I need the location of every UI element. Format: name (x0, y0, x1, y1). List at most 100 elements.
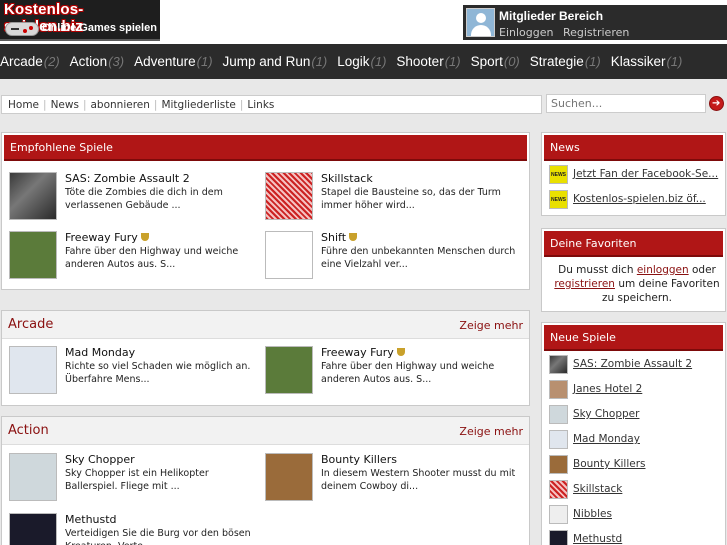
show-more-link[interactable]: Zeige mehr (459, 319, 523, 332)
featured-games-panel: Empfohlene Spiele SAS: Zombie Assault 2 … (1, 132, 530, 290)
game-card[interactable]: SAS: Zombie Assault 2 Töte die Zombies d… (9, 172, 259, 224)
game-thumbnail (9, 172, 57, 220)
game-thumbnail (265, 231, 313, 279)
trophy-icon (140, 233, 149, 241)
nav-item-action[interactable]: Action(3) (70, 54, 124, 69)
game-thumbnail (9, 513, 57, 545)
game-title: Freeway Fury (321, 346, 394, 359)
game-description: Richte so viel Schaden wie möglich an. Ü… (65, 361, 251, 385)
nav-item-sport[interactable]: Sport(0) (471, 54, 520, 69)
favorites-panel: Deine Favoriten Du musst dich einloggen … (541, 228, 726, 312)
game-card[interactable]: Freeway Fury Fahre über den Highway und … (265, 346, 515, 398)
nav-count: (1) (196, 54, 213, 69)
game-card[interactable]: Mad Monday Richte so viel Schaden wie mö… (9, 346, 259, 398)
game-card[interactable]: Bounty Killers In diesem Western Shooter… (265, 453, 515, 505)
game-title: SAS: Zombie Assault 2 (65, 172, 190, 185)
new-game-link: SAS: Zombie Assault 2 (573, 358, 693, 370)
game-card[interactable]: Shift Führe den unbekannten Menschen dur… (265, 231, 515, 283)
trophy-icon (396, 348, 405, 356)
nav-count: (3) (108, 54, 125, 69)
game-thumbnail (9, 346, 57, 394)
game-icon (549, 355, 568, 374)
nav-count: (1) (444, 54, 461, 69)
nav-item-arcade[interactable]: Arcade(2) (0, 54, 60, 69)
favorites-login-link[interactable]: einloggen (637, 264, 689, 276)
new-game-link: Skillstack (573, 483, 623, 495)
news-link: Jetzt Fan der Facebook-Se... (573, 168, 719, 180)
breadcrumb: Home | News | abonnieren | Mitgliederliste |… (1, 95, 542, 114)
nav-item-adventure[interactable]: Adventure(1) (134, 54, 212, 69)
member-area: Mitglieder Bereich Einloggen Registriere… (463, 5, 727, 40)
section-header: Arcade Zeige mehr (2, 311, 529, 339)
new-game-link: Bounty Killers (573, 458, 646, 470)
game-thumbnail (265, 453, 313, 501)
game-card[interactable]: Methustd Verteidigen Sie die Burg vor de… (9, 513, 259, 545)
game-description: Stapel die Bausteine so, das der Turm im… (321, 187, 501, 211)
game-icon (549, 530, 568, 545)
game-title: Mad Monday (65, 346, 136, 359)
news-icon (549, 165, 568, 184)
game-title: Methustd (65, 513, 117, 526)
nav-item-strategie[interactable]: Strategie(1) (530, 54, 601, 69)
game-icon (549, 430, 568, 449)
game-thumbnail (9, 453, 57, 501)
nav-label: Arcade (0, 54, 43, 69)
game-description: Fahre über den Highway und weiche andere… (65, 246, 239, 270)
section-title: Action (8, 423, 49, 438)
game-title-row: Freeway Fury (321, 346, 405, 359)
game-card[interactable]: Freeway Fury Fahre über den Highway und … (9, 231, 259, 283)
nav-label: Adventure (134, 54, 196, 69)
separator: | (82, 98, 87, 111)
new-game-link: Mad Monday (573, 433, 640, 445)
favorites-message: Du musst dich einloggen oder registriere… (548, 263, 726, 305)
game-title: Freeway Fury (65, 231, 138, 244)
site-logo[interactable]: Kostenlos-spielen.biz Online Games spiel… (0, 0, 160, 41)
search-submit-button[interactable] (709, 96, 724, 111)
new-games-panel: Neue Spiele SAS: Zombie Assault 2 Janes … (541, 322, 726, 545)
register-link[interactable]: Registrieren (563, 26, 629, 39)
member-area-title: Mitglieder Bereich (499, 9, 604, 23)
game-description: Sky Chopper ist ein Helikopter Ballerspi… (65, 468, 209, 492)
news-panel: News Jetzt Fan der Facebook-Se... Kosten… (541, 132, 726, 216)
login-link[interactable]: Einloggen (499, 26, 553, 39)
nav-count: (1) (370, 54, 387, 69)
game-thumbnail (265, 172, 313, 220)
game-card[interactable]: Sky Chopper Sky Chopper ist ein Helikopt… (9, 453, 259, 505)
nav-count: (1) (666, 54, 683, 69)
nav-item-klassiker[interactable]: Klassiker(1) (611, 54, 683, 69)
show-more-link[interactable]: Zeige mehr (459, 425, 523, 438)
game-title-row: Freeway Fury (65, 231, 149, 244)
nav-label: Klassiker (610, 54, 666, 69)
nav-label: Logik (337, 54, 370, 69)
nav-item-logik[interactable]: Logik(1) (337, 54, 386, 69)
game-description: Führe den unbekannten Menschen durch ein… (321, 246, 516, 270)
breadcrumb-memberlist[interactable]: Mitgliederliste (161, 99, 235, 111)
gamepad-icon (5, 22, 39, 36)
game-card[interactable]: Skillstack Stapel die Bausteine so, das … (265, 172, 515, 224)
favorites-register-link[interactable]: registrieren (554, 278, 615, 290)
favorites-title: Deine Favoriten (544, 231, 723, 257)
logo-subtitle: Online Games spielen (42, 22, 157, 34)
game-icon (549, 405, 568, 424)
game-title: Shift (321, 231, 347, 244)
nav-count: (1) (584, 54, 601, 69)
featured-title: Empfohlene Spiele (4, 135, 527, 161)
breadcrumb-subscribe[interactable]: abonnieren (90, 99, 149, 111)
nav-item-shooter[interactable]: Shooter(1) (396, 54, 460, 69)
section-header: Action Zeige mehr (2, 417, 529, 445)
breadcrumb-news[interactable]: News (51, 99, 79, 111)
game-thumbnail (265, 346, 313, 394)
breadcrumb-links[interactable]: Links (247, 99, 274, 111)
game-icon (549, 505, 568, 524)
search-input[interactable] (546, 94, 706, 113)
arcade-section: Arcade Zeige mehr Mad Monday Richte so v… (1, 310, 530, 406)
separator: | (153, 98, 158, 111)
text: oder (692, 264, 716, 276)
news-title: News (544, 135, 723, 161)
action-section: Action Zeige mehr Sky Chopper Sky Choppe… (1, 416, 530, 545)
game-description: Verteidigen Sie die Burg vor den bösen K… (65, 528, 251, 545)
breadcrumb-home[interactable]: Home (8, 99, 39, 111)
nav-item-jump-and-run[interactable]: Jump and Run(1) (223, 54, 328, 69)
game-icon (549, 380, 568, 399)
text: um deine Favoriten zu speichern. (601, 278, 720, 304)
